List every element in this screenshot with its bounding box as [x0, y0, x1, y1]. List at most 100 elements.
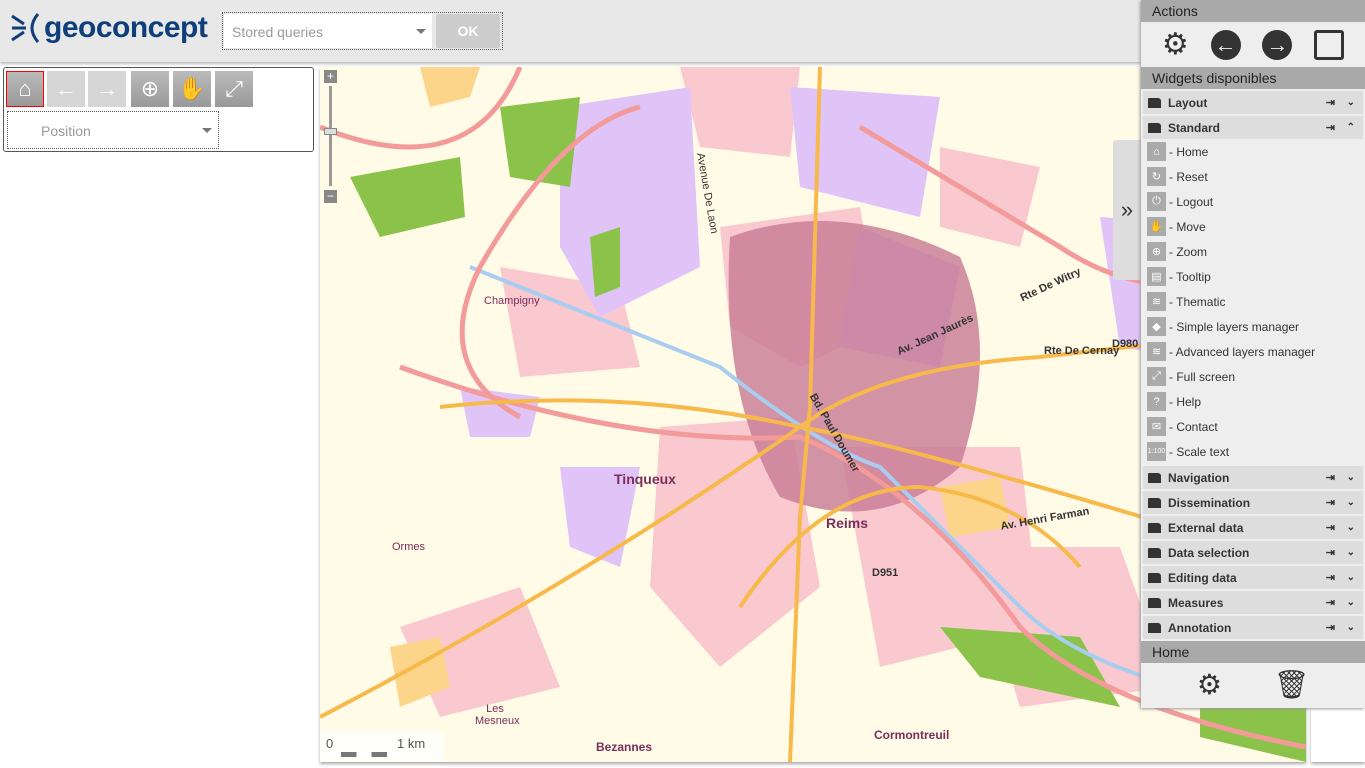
chevron-up-icon[interactable]: ⌃ — [1347, 122, 1355, 133]
widget-group[interactable]: Data selection ⇥ ⌄ — [1143, 541, 1363, 564]
trash-icon[interactable]: 🗑 — [1274, 668, 1310, 701]
settings-icon[interactable]: ⚙ — [1197, 668, 1222, 701]
widget-item-label: - Scale text — [1169, 444, 1230, 459]
chevron-down-icon[interactable]: ⌄ — [1347, 572, 1355, 583]
chevron-down-icon[interactable]: ⌄ — [1347, 547, 1355, 558]
zoom-icon: ⊕ — [1147, 242, 1166, 261]
pin-icon[interactable]: ⇥ — [1326, 571, 1335, 584]
widget-item[interactable]: ≋ - Advanced layers manager — [1141, 339, 1365, 364]
widget-item[interactable]: ✋ - Move — [1141, 214, 1365, 239]
folder-icon — [1148, 597, 1161, 608]
zoom-box-button[interactable]: ⊕ — [131, 71, 169, 107]
widget-item[interactable]: 1:100- Scale text — [1141, 439, 1365, 464]
pin-icon[interactable]: ⇥ — [1326, 596, 1335, 609]
pin-icon[interactable]: ⇥ — [1326, 96, 1335, 109]
chevron-down-icon[interactable]: ⌄ — [1347, 472, 1355, 483]
widget-group[interactable]: Measures ⇥ ⌄ — [1143, 591, 1363, 614]
thematic-icon: ≋ — [1147, 292, 1166, 311]
mail-icon: ✉ — [1147, 417, 1166, 436]
widget-item-label: - Reset — [1169, 169, 1208, 184]
widget-group[interactable]: Dissemination ⇥ ⌄ — [1143, 491, 1363, 514]
widget-item[interactable]: ▤ - Tooltip — [1141, 264, 1365, 289]
home-icon: ⌂ — [1147, 142, 1166, 161]
home-actions: ⚙ 🗑 — [1141, 663, 1365, 705]
stored-queries-select[interactable]: Stored queries — [224, 14, 432, 48]
widget-item[interactable]: ⏻ - Logout — [1141, 189, 1365, 214]
pin-icon[interactable]: ⇥ — [1326, 496, 1335, 509]
widget-group[interactable]: External data ⇥ ⌄ — [1143, 516, 1363, 539]
chevron-down-icon[interactable]: ⌄ — [1347, 97, 1355, 108]
widget-group[interactable]: Annotation ⇥ ⌄ — [1143, 616, 1363, 639]
zoom-handle[interactable] — [324, 128, 337, 135]
widget-item-label: - Full screen — [1169, 369, 1236, 384]
widget-item[interactable]: ⊕ - Zoom — [1141, 239, 1365, 264]
widget-group-label: Editing data — [1168, 570, 1237, 585]
widget-group[interactable]: Editing data ⇥ ⌄ — [1143, 566, 1363, 589]
widget-group-label: Dissemination — [1168, 495, 1251, 510]
side-strip — [1311, 708, 1365, 762]
ok-button[interactable]: OK — [436, 14, 500, 48]
stored-queries-placeholder: Stored queries — [232, 24, 324, 40]
zoom-slider[interactable]: + − — [324, 70, 338, 205]
zoom-in-icon: ⊕ — [140, 76, 160, 101]
expand-panel-button[interactable]: » — [1113, 140, 1141, 280]
widget-group[interactable]: Navigation ⇥ ⌄ — [1143, 466, 1363, 489]
map-label: Reims — [826, 515, 869, 531]
chevron-down-icon[interactable]: ⌄ — [1347, 497, 1355, 508]
fullscreen-button[interactable]: ⤢ — [215, 71, 253, 107]
forward-button[interactable]: → — [88, 71, 126, 107]
widget-group[interactable]: Layout ⇥ ⌄ — [1143, 91, 1363, 114]
power-icon: ⏻ — [1147, 192, 1166, 211]
pin-icon[interactable]: ⇥ — [1326, 121, 1335, 134]
forward-icon[interactable]: → — [1262, 29, 1293, 60]
pin-icon[interactable]: ⇥ — [1326, 546, 1335, 559]
widget-item[interactable]: ? - Help — [1141, 389, 1365, 414]
folder-icon — [1148, 522, 1161, 533]
hand-icon: ✋ — [178, 76, 206, 101]
widget-item-label: - Thematic — [1169, 294, 1226, 309]
widget-item-label: - Home — [1169, 144, 1209, 159]
chevron-down-icon[interactable]: ⌄ — [1347, 622, 1355, 633]
actions-title: Actions — [1141, 0, 1365, 22]
arrow-left-icon: ← — [55, 76, 77, 101]
zoom-out-button[interactable]: − — [324, 190, 337, 203]
map-label: Les Mesneux — [475, 703, 520, 727]
logo: geoconcept — [10, 10, 208, 46]
reset-icon: ↻ — [1147, 167, 1166, 186]
widget-item[interactable]: ≋ - Thematic — [1141, 289, 1365, 314]
layer-icon: ◆ — [1147, 317, 1166, 336]
widget-item[interactable]: ⌂ - Home — [1141, 139, 1365, 164]
position-select[interactable]: Position — [7, 111, 219, 149]
double-chevron-right-icon: » — [1120, 197, 1134, 222]
pin-icon[interactable]: ⇥ — [1326, 471, 1335, 484]
map-toolbar: ⌂ ← → ⊕ ✋ ⤢ Position — [3, 67, 314, 152]
stored-queries: Stored queries OK — [222, 12, 503, 50]
chevron-down-icon[interactable]: ⌄ — [1347, 522, 1355, 533]
map-label: Cormontreuil — [874, 728, 950, 742]
widget-group-label: Data selection — [1168, 545, 1250, 560]
home-button[interactable]: ⌂ — [6, 71, 44, 107]
folder-icon — [1148, 122, 1161, 133]
scale-label: 1 km — [397, 736, 426, 751]
back-icon[interactable]: ← — [1210, 29, 1241, 60]
pin-icon[interactable]: ⇥ — [1326, 621, 1335, 634]
dropdown-arrow-icon — [202, 128, 212, 138]
scale-graphic — [326, 752, 402, 757]
widget-item[interactable]: ✉ - Contact — [1141, 414, 1365, 439]
widget-item[interactable]: ↻ - Reset — [1141, 164, 1365, 189]
fullscreen-icon: ⤢ — [225, 76, 243, 101]
widget-item[interactable]: ⤢ - Full screen — [1141, 364, 1365, 389]
pan-button[interactable]: ✋ — [173, 71, 211, 107]
chevron-down-icon[interactable]: ⌄ — [1347, 597, 1355, 608]
save-icon[interactable] — [1314, 29, 1345, 60]
widget-group-label: External data — [1168, 520, 1244, 535]
fullscreen-icon: ⤢ — [1147, 367, 1166, 386]
widget-item[interactable]: ◆ - Simple layers manager — [1141, 314, 1365, 339]
widget-group[interactable]: Standard ⇥ ⌃ — [1143, 116, 1363, 139]
back-button[interactable]: ← — [47, 71, 85, 107]
pin-icon[interactable]: ⇥ — [1326, 521, 1335, 534]
help-icon: ? — [1147, 392, 1166, 411]
tooltip-icon: ▤ — [1147, 267, 1166, 286]
settings-icon[interactable]: ⚙ — [1162, 27, 1189, 62]
zoom-in-button[interactable]: + — [324, 70, 337, 83]
